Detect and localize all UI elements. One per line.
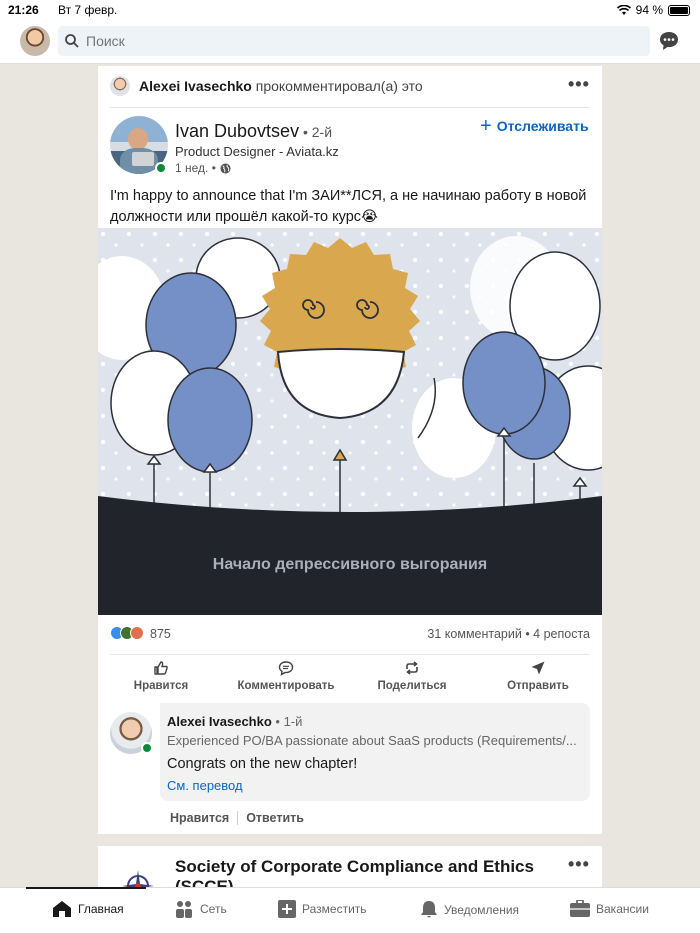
comment-actions: Нравится Ответить: [170, 811, 304, 825]
post-time: 1 нед. •: [175, 161, 216, 175]
messaging-icon[interactable]: [658, 30, 680, 52]
activity-text: Alexei Ivasechko прокомментировал(а) это: [139, 78, 423, 94]
battery-icon: [668, 4, 690, 16]
share-label: Поделиться: [377, 680, 447, 692]
commenter-degree: • 1-й: [271, 714, 303, 729]
nav-jobs[interactable]: Вакансии: [570, 900, 649, 917]
thumbs-up-icon: [154, 661, 168, 675]
search-bar[interactable]: [58, 26, 650, 56]
like-button[interactable]: Нравится: [101, 660, 221, 692]
post-actions: Нравится Комментировать Поделиться Отпра…: [98, 660, 602, 696]
comment-like-button[interactable]: Нравится: [170, 811, 229, 825]
briefcase-icon: [570, 900, 590, 917]
nav-home[interactable]: Главная: [52, 900, 124, 918]
connection-degree: • 2-й: [299, 124, 333, 140]
comment-reply-button[interactable]: Ответить: [246, 811, 304, 825]
status-time: 21:26: [8, 3, 39, 17]
status-right: 94 %: [616, 3, 690, 17]
commenter-name-line: Alexei Ivasechko • 1-й: [167, 714, 302, 729]
reactions-count[interactable]: 875: [150, 627, 171, 641]
comments-reposts-count[interactable]: 31 комментарий • 4 репоста: [427, 627, 590, 641]
feed-post-card: Alexei Ivasechko прокомментировал(а) это…: [98, 66, 602, 834]
active-tab-indicator: [26, 887, 146, 889]
wifi-icon: [616, 4, 631, 15]
author-headline: Product Designer - Aviata.kz: [175, 144, 339, 159]
nav-home-label: Главная: [78, 902, 124, 916]
comment-label: Комментировать: [237, 680, 335, 692]
follow-label: Отслеживать: [496, 118, 589, 134]
top-bar: [0, 20, 700, 64]
search-icon: [65, 34, 79, 48]
activity-action: прокомментировал(а) это: [251, 78, 423, 94]
commenter-headline: Experienced PO/BA passionate about SaaS …: [167, 733, 577, 748]
love-reaction-icon: [130, 626, 144, 640]
send-icon: [531, 661, 545, 675]
battery-percent: 94 %: [635, 3, 663, 17]
send-label: Отправить: [507, 680, 569, 692]
nav-notifications-label: Уведомления: [444, 902, 520, 917]
status-bar: 21:26 Вт 7 февр. 94 %: [0, 0, 700, 20]
divider: [110, 107, 590, 108]
nav-post[interactable]: Разместить: [278, 900, 367, 918]
nav-network-label: Сеть: [200, 902, 227, 916]
people-icon: [176, 901, 192, 918]
plus-square-icon: [278, 900, 296, 918]
like-label: Нравится: [133, 680, 189, 692]
activity-actor-name[interactable]: Alexei Ivasechko: [139, 78, 252, 94]
home-icon: [53, 901, 71, 917]
bottom-navigation: Главная Сеть Разместить Уведомления Вака…: [0, 887, 700, 933]
comment-bubble: Alexei Ivasechko • 1-й Experienced PO/BA…: [160, 703, 590, 801]
nav-jobs-label: Вакансии: [596, 901, 649, 916]
share-button[interactable]: Поделиться: [352, 660, 472, 692]
image-caption: Начало депрессивного выгорания: [212, 556, 488, 573]
search-input[interactable]: [86, 31, 626, 51]
activity-header: Alexei Ivasechko прокомментировал(а) это: [110, 76, 590, 98]
more-options-button[interactable]: •••: [568, 854, 590, 875]
status-date: Вт 7 февр.: [58, 3, 118, 17]
post-image[interactable]: Начало депрессивного выгорания: [98, 228, 602, 615]
separator: [237, 811, 239, 825]
nav-notifications[interactable]: Уведомления: [420, 900, 519, 919]
online-status-icon: [155, 162, 167, 174]
my-avatar[interactable]: [20, 26, 50, 56]
author-name[interactable]: Ivan Dubovtsev: [175, 121, 299, 141]
activity-actor-avatar[interactable]: [110, 76, 130, 96]
see-translation-link[interactable]: См. перевод: [167, 778, 243, 793]
post-meta: 1 нед. •: [175, 161, 231, 175]
divider: [110, 654, 590, 655]
globe-icon: [220, 162, 231, 174]
comment-icon: [278, 661, 294, 676]
more-options-button[interactable]: •••: [568, 74, 590, 95]
bell-icon: [421, 901, 437, 918]
reaction-icons[interactable]: [110, 626, 144, 640]
repost-icon: [406, 661, 418, 675]
send-button[interactable]: Отправить: [478, 660, 598, 692]
social-counts: 875 31 комментарий • 4 репоста: [110, 626, 590, 644]
follow-button[interactable]: + Отслеживать: [480, 115, 589, 137]
plus-icon: +: [480, 115, 492, 137]
author-name-line: Ivan Dubovtsev • 2-й: [175, 121, 332, 142]
comment-text: Congrats on the new chapter!: [167, 756, 358, 772]
post-text: I'm happy to announce that I'm ЗАИ**ЛСЯ,…: [110, 188, 587, 225]
nav-post-label: Разместить: [302, 902, 367, 916]
nav-network[interactable]: Сеть: [174, 900, 227, 918]
comment-button[interactable]: Комментировать: [226, 660, 346, 692]
online-status-icon: [141, 742, 153, 754]
commenter-name[interactable]: Alexei Ivasechko: [167, 714, 272, 729]
